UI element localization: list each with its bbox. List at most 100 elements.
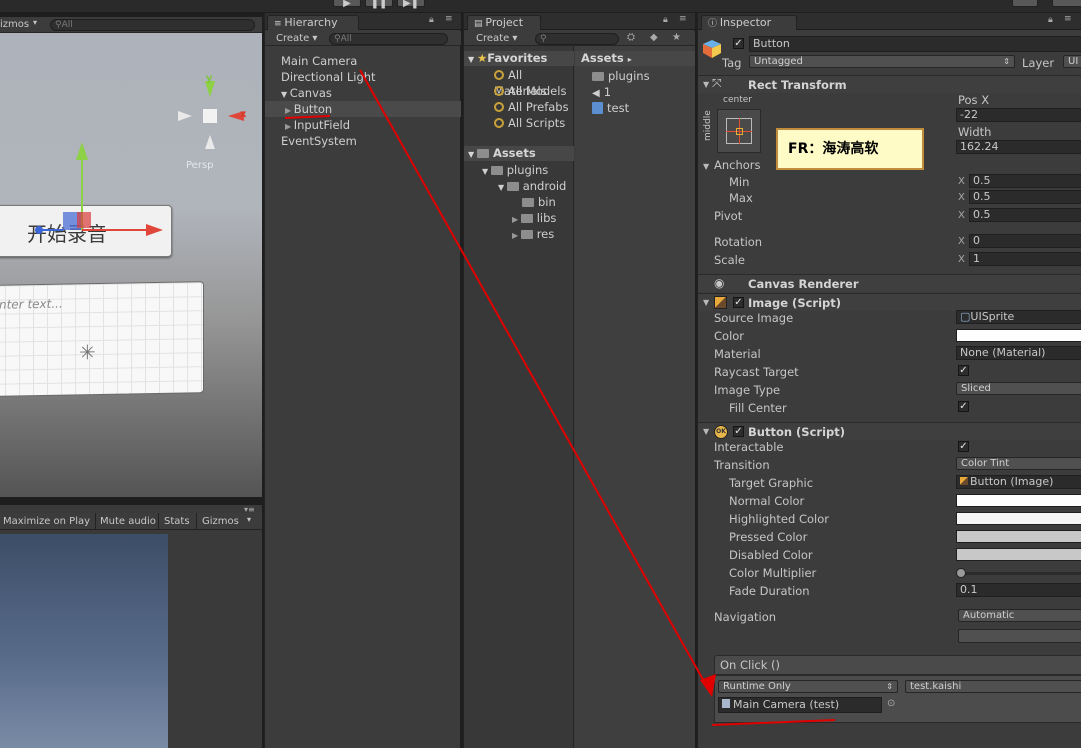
scene-viewport[interactable]: y x Persp 开始录音 nter text... ✳	[0, 33, 262, 497]
raycast-target-checkbox[interactable]: ✓	[958, 365, 969, 376]
move-tool-gizmo[interactable]	[30, 138, 170, 243]
collapse-arrow-icon[interactable]: ▶	[285, 106, 294, 115]
anchors-min-x-field[interactable]: 0.5	[969, 174, 1081, 188]
button-component-header[interactable]: ▼ OK ✓ Button (Script)	[698, 422, 1081, 440]
favorite-item[interactable]: All Models	[494, 83, 566, 99]
rotation-x-field[interactable]: 0	[969, 234, 1081, 248]
interactable-checkbox[interactable]: ✓	[958, 441, 969, 452]
play-button[interactable]: ▶	[333, 0, 361, 9]
hierarchy-item-inputfield[interactable]: ▶ InputField	[265, 117, 461, 133]
filter-type-icon[interactable]: ⛭	[627, 32, 635, 43]
favorite-item[interactable]: All Materials	[494, 67, 573, 98]
disabled-color-swatch[interactable]	[956, 548, 1081, 561]
game-gizmos-dropdown[interactable]: Gizmos	[202, 516, 239, 527]
hierarchy-item-canvas[interactable]: ▼ Canvas	[265, 85, 461, 101]
assets-header[interactable]: ▼ Assets	[464, 146, 574, 161]
event-object-field[interactable]: Main Camera (test)	[718, 697, 882, 713]
tree-folder-bin[interactable]: bin	[522, 194, 556, 210]
target-graphic-field[interactable]: Button (Image)	[956, 475, 1081, 489]
tab-hierarchy[interactable]: ≡ Hierarchy	[267, 15, 359, 30]
hierarchy-item-main-camera[interactable]: Main Camera	[265, 53, 461, 69]
object-name-field[interactable]: Button	[749, 36, 1081, 52]
image-component-header[interactable]: ▼ ✓ Image (Script)	[698, 293, 1081, 311]
anchor-preset-button[interactable]	[717, 109, 761, 153]
stats-toggle[interactable]: Stats	[164, 516, 190, 527]
highlighted-color-swatch[interactable]	[956, 512, 1081, 525]
hierarchy-item-directional-light[interactable]: Directional Light	[265, 69, 461, 85]
expand-arrow-icon[interactable]: ▼	[468, 55, 477, 64]
lock-icon[interactable]: 🔒︎	[429, 15, 434, 25]
fade-duration-field[interactable]: 0.1	[956, 583, 1081, 597]
rect-transform-header[interactable]: ▼ ⤧ Rect Transform	[698, 75, 1081, 93]
foldout-arrow-icon[interactable]: ▼	[703, 162, 709, 171]
normal-color-swatch[interactable]	[956, 494, 1081, 507]
navigation-dropdown[interactable]: Automatic	[958, 609, 1081, 622]
lock-icon[interactable]: 🔒︎	[663, 15, 668, 25]
favorite-star-icon[interactable]: ★	[672, 32, 681, 43]
tab-project[interactable]: ▤ Project	[467, 15, 541, 30]
tree-folder-android[interactable]: ▼ android	[498, 178, 566, 194]
account-dropdown[interactable]	[1052, 0, 1081, 7]
scene-search-input[interactable]: ⚲All	[50, 19, 255, 31]
hierarchy-item-eventsystem[interactable]: EventSystem	[265, 133, 461, 149]
game-viewport[interactable]	[0, 534, 168, 748]
fill-center-checkbox[interactable]: ✓	[958, 401, 969, 412]
mute-audio-toggle[interactable]: Mute audio	[100, 516, 156, 527]
panel-menu-icon[interactable]: ≡	[679, 14, 687, 24]
foldout-arrow-icon[interactable]: ▼	[703, 80, 709, 89]
foldout-arrow-icon[interactable]: ▼	[703, 298, 709, 307]
lock-icon[interactable]: 🔒︎	[1048, 15, 1053, 25]
scene-orientation-gizmo[interactable]	[170, 75, 250, 155]
collapse-arrow-icon[interactable]: ▶	[285, 122, 294, 131]
tab-inspector[interactable]: ⓘ Inspector	[701, 15, 797, 30]
material-field[interactable]: None (Material)	[956, 346, 1081, 360]
asset-item-script[interactable]: test	[592, 100, 629, 116]
foldout-arrow-icon[interactable]: ▼	[703, 427, 709, 436]
hierarchy-search-input[interactable]: ⚲All	[329, 33, 448, 45]
pressed-color-swatch[interactable]	[956, 530, 1081, 543]
image-enabled-checkbox[interactable]: ✓	[733, 297, 744, 308]
tree-folder-libs[interactable]: ▶ libs	[512, 210, 556, 226]
favorite-item[interactable]: All Scripts	[494, 115, 565, 131]
tag-dropdown[interactable]: Untagged ⇕	[749, 55, 1015, 68]
runtime-dropdown[interactable]: Runtime Only ⇕	[718, 680, 898, 693]
project-create-dropdown[interactable]: Create ▾	[476, 33, 517, 44]
asset-item-plugins[interactable]: plugins	[592, 68, 650, 84]
source-image-field[interactable]: ▢UISprite	[956, 310, 1081, 324]
function-dropdown[interactable]: test.kaishi	[905, 680, 1081, 693]
canvas-renderer-header[interactable]: ◉ Canvas Renderer	[698, 274, 1081, 292]
hierarchy-create-dropdown[interactable]: Create ▾	[276, 33, 317, 44]
color-multiplier-slider[interactable]	[956, 568, 1081, 578]
step-button[interactable]: ▶❚	[397, 0, 425, 9]
cloud-button[interactable]	[1012, 0, 1038, 7]
expand-arrow-icon[interactable]: ▼	[281, 90, 290, 99]
transition-dropdown[interactable]: Color Tint	[956, 457, 1081, 470]
asset-item-scene[interactable]: ◀ 1	[592, 84, 611, 100]
anchors-max-x-field[interactable]: 0.5	[969, 190, 1081, 204]
object-active-checkbox[interactable]: ✓	[733, 38, 744, 49]
scale-x-field[interactable]: 1	[969, 252, 1081, 266]
scene-inputfield-object[interactable]: nter text... ✳	[0, 281, 204, 397]
pivot-x-field[interactable]: 0.5	[969, 208, 1081, 222]
slider-thumb[interactable]	[956, 568, 966, 578]
favorite-item[interactable]: All Prefabs	[494, 99, 569, 115]
hierarchy-item-button[interactable]: ▶ Button	[265, 101, 461, 117]
favorites-header[interactable]: ▼ ★Favorites	[464, 51, 574, 66]
button-enabled-checkbox[interactable]: ✓	[733, 426, 744, 437]
gizmos-dropdown[interactable]: izmos	[0, 19, 29, 30]
image-color-swatch[interactable]	[956, 329, 1081, 342]
width-field[interactable]: 162.24	[956, 140, 1081, 154]
panel-menu-icon[interactable]: ≡	[445, 14, 453, 24]
tree-folder-res[interactable]: ▶ res	[512, 226, 554, 242]
object-picker-icon[interactable]: ⊙	[887, 698, 895, 709]
project-search-input[interactable]: ⚲	[535, 33, 619, 45]
tree-folder-plugins[interactable]: ▼ plugins	[482, 162, 548, 178]
visualize-button[interactable]	[958, 629, 1081, 643]
layer-dropdown[interactable]: UI	[1063, 55, 1081, 68]
posx-field[interactable]: -22	[956, 108, 1081, 122]
breadcrumb[interactable]: Assets ▸	[575, 51, 695, 66]
image-type-dropdown[interactable]: Sliced	[956, 382, 1081, 395]
pause-button[interactable]: ❚❚	[365, 0, 393, 9]
expand-arrow-icon[interactable]: ▼	[468, 150, 477, 159]
maximize-on-play-toggle[interactable]: Maximize on Play	[3, 516, 90, 527]
